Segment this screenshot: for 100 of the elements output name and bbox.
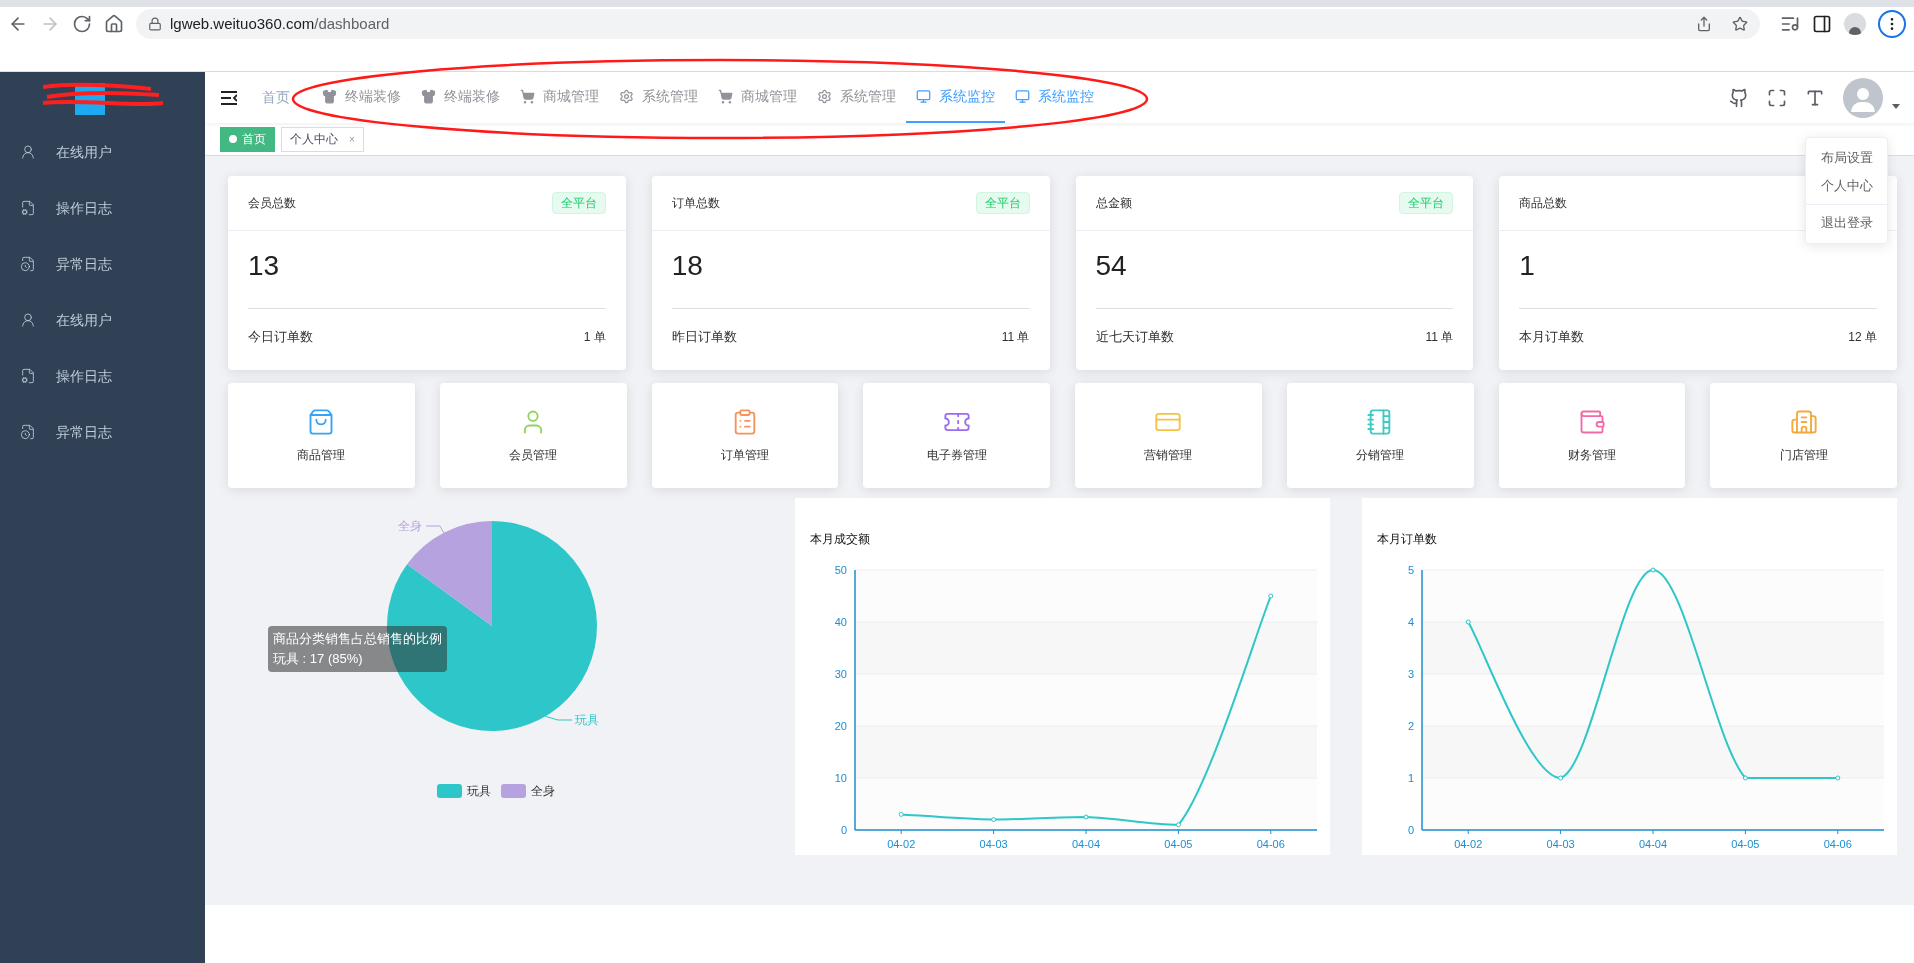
reload-icon[interactable] xyxy=(72,14,92,34)
data-point xyxy=(1083,814,1089,820)
monitor-icon xyxy=(1015,89,1030,104)
share-icon[interactable] xyxy=(1696,16,1712,32)
stat-value: 1 xyxy=(1519,249,1536,283)
address-bar[interactable]: lgweb.weituo360.com/dashboard xyxy=(136,9,1760,39)
shortcut-label: 订单管理 xyxy=(720,446,769,464)
shortcut-card[interactable]: 门店管理 xyxy=(1710,383,1897,488)
axis-label: 04-06 xyxy=(1823,838,1852,850)
side-panel-icon[interactable] xyxy=(1812,14,1832,34)
shortcut-label: 门店管理 xyxy=(1779,446,1828,464)
legend-label[interactable]: 玩具 xyxy=(466,782,491,800)
legend-swatch[interactable] xyxy=(436,784,462,798)
url-text: lgweb.weituo360.com/dashboard xyxy=(170,13,391,34)
tooltip-value: 玩具 : 17 (85%) xyxy=(273,650,364,668)
shortcut-card[interactable]: 电子券管理 xyxy=(863,383,1050,488)
axis-label: 04-06 xyxy=(1256,838,1285,850)
platform-tag: 全平台 xyxy=(551,192,606,214)
stat-count: 11 单 xyxy=(1001,328,1030,346)
lock-icon xyxy=(148,17,162,31)
stat-label: 今日订单数 xyxy=(248,328,313,346)
axis-label: 04-05 xyxy=(1164,838,1193,850)
stat-label: 近七天订单数 xyxy=(1095,328,1174,346)
shirt-icon xyxy=(322,89,337,104)
shortcut-card[interactable]: 营销管理 xyxy=(1075,383,1262,488)
axis-label: 10 xyxy=(834,772,847,784)
cart-icon xyxy=(718,89,733,104)
axis-label: 0 xyxy=(840,824,847,836)
chart-title: 本月订单数 xyxy=(1377,531,1438,548)
page-tag[interactable]: 个人中心 × xyxy=(281,126,364,152)
stat-count: 12 单 xyxy=(1848,328,1877,346)
stat-label: 昨日订单数 xyxy=(671,328,737,346)
shortcut-card[interactable]: 商品管理 xyxy=(228,383,415,488)
data-point xyxy=(1175,822,1181,828)
axis-label: 04-04 xyxy=(1638,838,1668,850)
monitor-icon xyxy=(916,89,931,104)
legend-swatch[interactable] xyxy=(500,784,526,798)
axis-label: 4 xyxy=(1407,616,1414,628)
cart-icon xyxy=(520,89,535,104)
data-point xyxy=(898,811,904,817)
browser-menu-button[interactable] xyxy=(1878,10,1906,38)
shortcut-label: 分销管理 xyxy=(1356,446,1405,464)
axis-label: 30 xyxy=(834,668,847,680)
chart-title: 本月成交额 xyxy=(810,531,871,548)
stat-value: 54 xyxy=(1095,249,1128,283)
user-icon xyxy=(20,144,36,160)
data-point xyxy=(1650,567,1656,573)
file-clock-icon xyxy=(20,256,36,272)
file-clock-icon xyxy=(20,424,36,440)
media-icon[interactable] xyxy=(1780,14,1800,34)
data-point xyxy=(991,817,997,823)
stat-value: 13 xyxy=(248,249,281,283)
shirt-icon xyxy=(421,89,436,104)
axis-label: 04-05 xyxy=(1731,838,1760,850)
stat-value: 18 xyxy=(671,249,704,283)
dropdown-item[interactable]: 个人中心 xyxy=(1806,172,1887,200)
axis-label: 04-03 xyxy=(979,838,1008,850)
dropdown-item[interactable]: 布局设置 xyxy=(1806,144,1887,172)
fullscreen-icon[interactable] xyxy=(1767,87,1787,108)
slice-label: 玩具 xyxy=(574,713,599,727)
axis-label: 04-02 xyxy=(887,838,916,850)
shortcut-label: 电子券管理 xyxy=(926,446,987,464)
shortcut-card[interactable]: 会员管理 xyxy=(439,383,627,488)
axis-label: 04-02 xyxy=(1454,838,1483,850)
sidebar-item[interactable]: 异常日志 xyxy=(0,236,205,292)
shortcut-label: 财务管理 xyxy=(1567,446,1616,464)
sidebar-item[interactable]: 异常日志 xyxy=(0,404,205,460)
platform-tag: 全平台 xyxy=(1399,192,1454,214)
stat-label: 本月订单数 xyxy=(1519,328,1585,346)
slice-label: 全身 xyxy=(397,519,422,533)
axis-label: 2 xyxy=(1407,720,1414,732)
axis-label: 20 xyxy=(834,720,847,732)
bookmark-star-icon[interactable] xyxy=(1732,16,1748,32)
profile-avatar[interactable] xyxy=(1844,13,1866,35)
card-title: 商品总数 xyxy=(1519,195,1568,212)
axis-label: 5 xyxy=(1407,564,1414,576)
axis-label: 0 xyxy=(1407,824,1414,836)
axis-label: 04-04 xyxy=(1071,838,1101,850)
user-icon xyxy=(20,312,36,328)
sidebar-item[interactable]: 操作日志 xyxy=(0,180,205,236)
shortcut-card[interactable]: 订单管理 xyxy=(651,383,839,488)
axis-label: 50 xyxy=(834,564,847,576)
data-point xyxy=(1268,593,1274,599)
dropdown-item[interactable]: 退出登录 xyxy=(1806,204,1887,237)
caret-icon[interactable] xyxy=(1892,104,1900,109)
github-icon[interactable] xyxy=(1729,87,1749,108)
home-icon[interactable] xyxy=(104,14,124,34)
sidebar-item[interactable]: 在线用户 xyxy=(0,292,205,348)
card-title: 会员总数 xyxy=(248,195,296,212)
sidebar-item[interactable]: 在线用户 xyxy=(0,124,205,180)
legend-label[interactable]: 全身 xyxy=(530,782,555,800)
sidebar-item[interactable]: 操作日志 xyxy=(0,348,205,404)
axis-label: 3 xyxy=(1407,668,1414,680)
shortcut-card[interactable]: 财务管理 xyxy=(1498,383,1686,488)
file-gear-icon xyxy=(20,368,36,384)
menu-fold-icon[interactable] xyxy=(221,90,237,105)
card-title: 总金额 xyxy=(1095,195,1132,212)
card-title: 订单总数 xyxy=(671,195,720,212)
stat-count: 1 单 xyxy=(583,328,606,346)
shortcut-card[interactable]: 分销管理 xyxy=(1286,383,1474,488)
